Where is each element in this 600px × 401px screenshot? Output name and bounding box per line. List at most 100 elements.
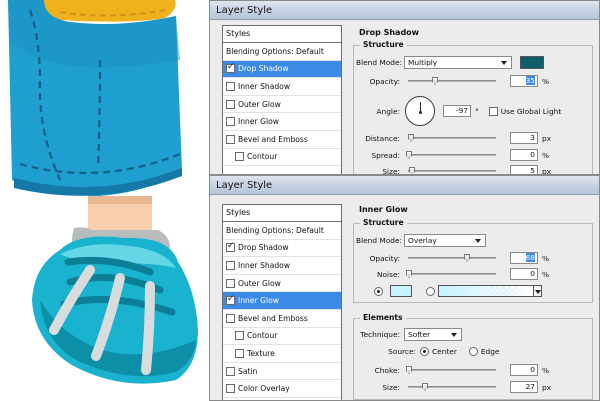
gradient-radio[interactable]: [426, 286, 435, 296]
slider-thumb[interactable]: [408, 134, 414, 142]
style-item[interactable]: Bevel and Emboss: [223, 131, 341, 149]
gradient-dropdown[interactable]: [534, 285, 542, 297]
style-item[interactable]: Drop Shadow: [223, 240, 341, 258]
distance-label: Distance:: [365, 133, 400, 143]
style-checkbox[interactable]: [226, 62, 235, 74]
style-item-label: Texture: [247, 348, 275, 358]
style-checkbox[interactable]: [226, 117, 235, 127]
style-item[interactable]: Drop Shadow: [223, 60, 341, 79]
slider-thumb[interactable]: [406, 270, 412, 278]
elements-title: Elements: [360, 313, 406, 322]
distance-input[interactable]: 3: [510, 132, 538, 144]
opacity-unit: %: [542, 253, 550, 263]
structure-title: Structure: [360, 40, 407, 49]
style-item-label: Color Overlay: [238, 384, 290, 394]
solid-color-radio[interactable]: [374, 286, 383, 296]
size-slider[interactable]: [408, 166, 496, 174]
style-checkbox[interactable]: [226, 241, 235, 253]
style-checkbox[interactable]: [226, 99, 235, 109]
opacity-input[interactable]: 35: [510, 75, 538, 87]
style-checkbox[interactable]: [235, 331, 244, 341]
source-edge-radio[interactable]: [468, 347, 478, 356]
size-input[interactable]: 5: [510, 165, 538, 174]
style-item[interactable]: Contour: [223, 149, 341, 167]
style-item-label: Inner Shadow: [238, 260, 291, 270]
gradient-picker[interactable]: [438, 285, 534, 297]
choke-input[interactable]: 0: [510, 364, 538, 376]
style-item[interactable]: Outer Glow: [223, 275, 341, 293]
slider-thumb[interactable]: [406, 151, 412, 159]
shadow-color-swatch[interactable]: [520, 56, 544, 69]
angle-input[interactable]: -97: [443, 105, 471, 117]
style-item-label: Outer Glow: [238, 278, 281, 288]
slider-thumb[interactable]: [464, 254, 470, 262]
style-item[interactable]: Color Overlay: [223, 380, 341, 398]
source-center-radio[interactable]: [420, 347, 429, 356]
opacity-input[interactable]: 68: [510, 252, 538, 264]
spread-input[interactable]: 0: [510, 149, 538, 161]
structure-group: Structure Blend Mode: Multiply Opacity: …: [353, 40, 593, 174]
spread-label: Spread:: [371, 150, 400, 160]
style-checkbox[interactable]: [226, 134, 235, 144]
size-label: Size:: [382, 382, 400, 392]
style-checkbox[interactable]: [235, 152, 244, 162]
size-slider[interactable]: [408, 382, 496, 392]
section-title: Inner Glow: [359, 205, 408, 214]
style-checkbox[interactable]: [226, 81, 235, 91]
style-item-label: Contour: [247, 152, 278, 162]
angle-dial[interactable]: [405, 96, 435, 126]
style-item[interactable]: Inner Glow: [223, 292, 341, 310]
style-item[interactable]: Inner Shadow: [223, 78, 341, 96]
blend-mode-label: Blend Mode:: [356, 236, 403, 245]
style-item[interactable]: Inner Glow: [223, 113, 341, 131]
blend-mode-value: Multiply: [408, 58, 438, 67]
opacity-unit: %: [542, 76, 550, 86]
style-item[interactable]: Blending Options: Default: [223, 43, 341, 61]
styles-header[interactable]: Styles: [223, 26, 341, 43]
size-input[interactable]: 27: [510, 381, 538, 393]
slider-thumb[interactable]: [409, 167, 415, 174]
opacity-label: Opacity:: [369, 76, 400, 86]
style-item-label: Inner Glow: [238, 296, 279, 306]
noise-input[interactable]: 0: [510, 268, 538, 280]
style-checkbox[interactable]: [226, 366, 235, 376]
structure-title: Structure: [360, 218, 407, 227]
blend-mode-select[interactable]: Multiply: [404, 56, 512, 69]
style-item-label: Drop Shadow: [238, 243, 289, 253]
technique-value: Softer: [408, 330, 431, 339]
opacity-slider[interactable]: [408, 76, 496, 86]
noise-slider[interactable]: [406, 269, 496, 279]
slider-thumb[interactable]: [432, 77, 438, 85]
distance-slider[interactable]: [408, 133, 496, 143]
style-item[interactable]: Outer Glow: [223, 96, 341, 114]
style-checkbox[interactable]: [235, 348, 244, 358]
style-item[interactable]: Texture: [223, 345, 341, 363]
style-checkbox[interactable]: [226, 313, 235, 323]
style-checkbox[interactable]: [226, 384, 235, 394]
style-checkbox[interactable]: [226, 294, 235, 306]
style-checkbox[interactable]: [226, 260, 235, 270]
technique-select[interactable]: Softer: [404, 328, 462, 341]
style-item[interactable]: Inner Shadow: [223, 257, 341, 275]
spread-slider[interactable]: [406, 150, 496, 160]
style-item[interactable]: Bevel and Emboss: [223, 310, 341, 328]
distance-unit: px: [542, 133, 552, 143]
slider-thumb[interactable]: [406, 366, 412, 374]
style-checkbox[interactable]: [226, 278, 235, 288]
chevron-down-icon: [475, 239, 481, 243]
style-item[interactable]: Blending Options: Default: [223, 222, 341, 240]
blend-mode-value: Overlay: [408, 236, 437, 245]
glow-color-swatch[interactable]: [390, 285, 412, 297]
styles-header[interactable]: Styles: [223, 205, 341, 222]
slider-thumb[interactable]: [422, 383, 428, 391]
drop-shadow-settings: Drop Shadow Structure Blend Mode: Multip…: [353, 25, 595, 174]
style-item[interactable]: Contour: [223, 328, 341, 346]
global-light-checkbox[interactable]: [488, 106, 498, 116]
choke-slider[interactable]: [406, 365, 496, 375]
style-item[interactable]: Satin: [223, 363, 341, 381]
blend-mode-select[interactable]: Overlay: [404, 234, 486, 247]
opacity-slider[interactable]: [408, 253, 496, 263]
style-item-label: Inner Glow: [238, 117, 279, 127]
style-item-label: Outer Glow: [238, 99, 281, 109]
degree-unit: °: [475, 106, 479, 116]
